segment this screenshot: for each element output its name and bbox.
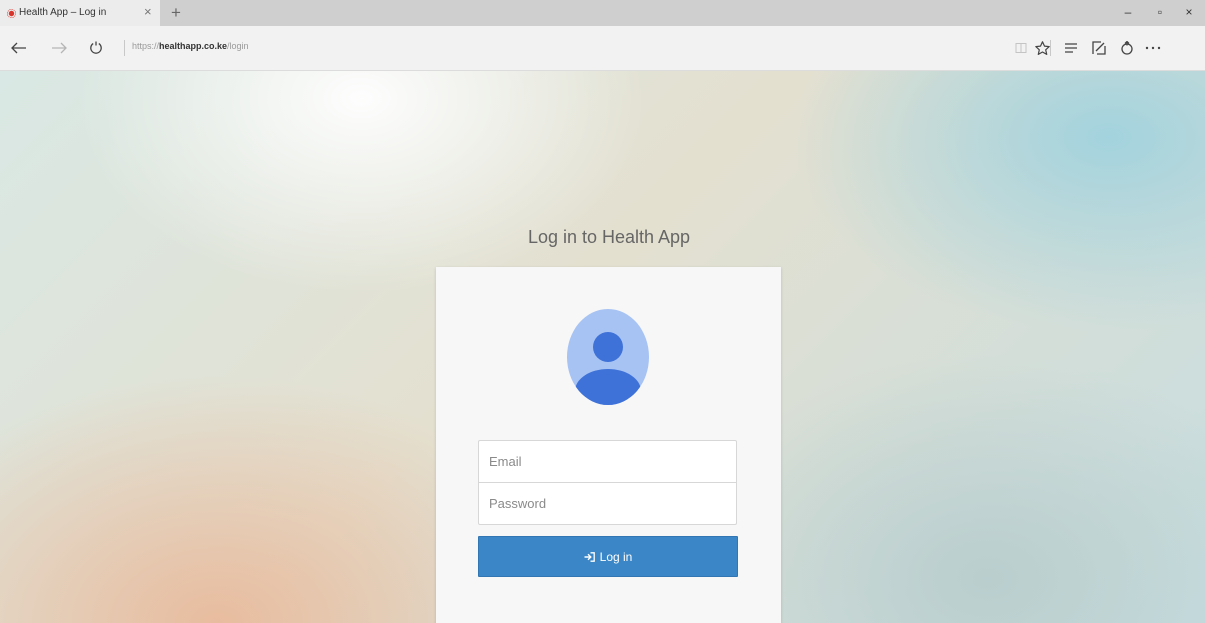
- page-title: Log in to Health App: [527, 227, 691, 247]
- more-button[interactable]: [1142, 38, 1164, 58]
- email-field[interactable]: [478, 440, 737, 483]
- hub-button[interactable]: [1060, 38, 1082, 58]
- hub-icon: [1065, 43, 1077, 53]
- forward-button[interactable]: [48, 38, 70, 58]
- reading-view-button[interactable]: [1010, 38, 1032, 58]
- health-app-favicon-icon: [7, 9, 16, 18]
- url-path: /login: [227, 41, 249, 51]
- web-note-button[interactable]: [1088, 38, 1110, 58]
- restore-button[interactable]: ▫: [1150, 5, 1170, 19]
- password-field[interactable]: [478, 483, 737, 525]
- refresh-icon: [90, 41, 102, 54]
- close-window-button[interactable]: ×: [1179, 5, 1199, 19]
- new-tab-button[interactable]: +: [166, 3, 186, 23]
- login-button[interactable]: Log in: [478, 536, 738, 577]
- minimize-button[interactable]: –: [1118, 5, 1138, 19]
- tab-strip: Health App – Log in × + – ▫ ×: [0, 0, 1205, 26]
- login-button-label: Log in: [599, 549, 633, 564]
- url-host: healthapp.co.ke: [159, 41, 228, 51]
- sign-in-icon: [584, 551, 595, 562]
- tab-title: Health App – Log in: [19, 7, 107, 18]
- login-card: Log in: [436, 267, 781, 623]
- web-note-icon: [1092, 41, 1106, 55]
- tab-close-button[interactable]: ×: [144, 5, 152, 19]
- back-arrow-icon: [11, 42, 26, 54]
- back-button[interactable]: [8, 38, 30, 58]
- browser-tab[interactable]: Health App – Log in ×: [0, 0, 160, 26]
- more-icon: [1145, 46, 1161, 50]
- address-separator: [124, 40, 125, 56]
- share-button[interactable]: [1116, 38, 1138, 58]
- address-bar[interactable]: https://healthapp.co.ke/login: [132, 41, 249, 51]
- forward-arrow-icon: [52, 42, 67, 54]
- refresh-button[interactable]: [85, 38, 107, 58]
- page-background: Log in to Health App Log in: [0, 71, 1205, 623]
- star-icon: [1034, 41, 1050, 55]
- reading-view-icon: [1015, 43, 1027, 53]
- toolbar-separator: [1050, 40, 1051, 56]
- share-icon: [1121, 41, 1133, 55]
- url-scheme: https://: [132, 41, 160, 51]
- user-avatar-icon: [567, 309, 649, 405]
- browser-toolbar: https://healthapp.co.ke/login: [0, 26, 1205, 71]
